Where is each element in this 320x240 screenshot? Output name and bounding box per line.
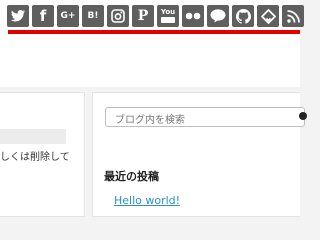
pinterest-icon[interactable]: P: [132, 5, 154, 27]
search-placeholder: ブログ内を検索: [115, 115, 185, 126]
search-icon[interactable]: [295, 110, 307, 129]
youtube-icon[interactable]: You: [157, 5, 179, 27]
facebook-glyph: f: [39, 7, 47, 25]
flickr-icon[interactable]: [182, 5, 204, 27]
main-content-card: しくは削除して: [0, 92, 85, 217]
facebook-icon[interactable]: f: [32, 5, 54, 27]
github-icon[interactable]: [232, 5, 254, 27]
instagram-icon[interactable]: [107, 5, 129, 27]
search-input[interactable]: ブログ内を検索: [105, 107, 307, 129]
google-plus-icon[interactable]: G+: [57, 5, 79, 27]
youtube-glyph: You: [160, 8, 176, 16]
hatena-bookmark-glyph: B!: [87, 11, 99, 21]
sidebar: ブログ内を検索 最近の投稿 Hello world!: [92, 92, 307, 217]
social-icon-bar: f G+ B! P You: [7, 5, 304, 27]
post-excerpt: しくは削除して: [0, 152, 70, 163]
line-icon[interactable]: [207, 5, 229, 27]
twitter-icon[interactable]: [7, 5, 29, 27]
recent-posts-title: 最近の投稿: [104, 170, 159, 183]
youtube-tube-box: [161, 17, 175, 23]
rss-icon[interactable]: [282, 5, 304, 27]
hatena-bookmark-icon[interactable]: B!: [82, 5, 104, 27]
content-strip: [0, 129, 66, 144]
pinterest-glyph: P: [137, 8, 149, 24]
header: f G+ B! P You: [0, 0, 304, 87]
feedly-icon[interactable]: [257, 5, 279, 27]
recent-post-link[interactable]: Hello world!: [114, 194, 180, 207]
accent-line: [8, 30, 300, 34]
google-plus-glyph: G+: [60, 11, 76, 21]
